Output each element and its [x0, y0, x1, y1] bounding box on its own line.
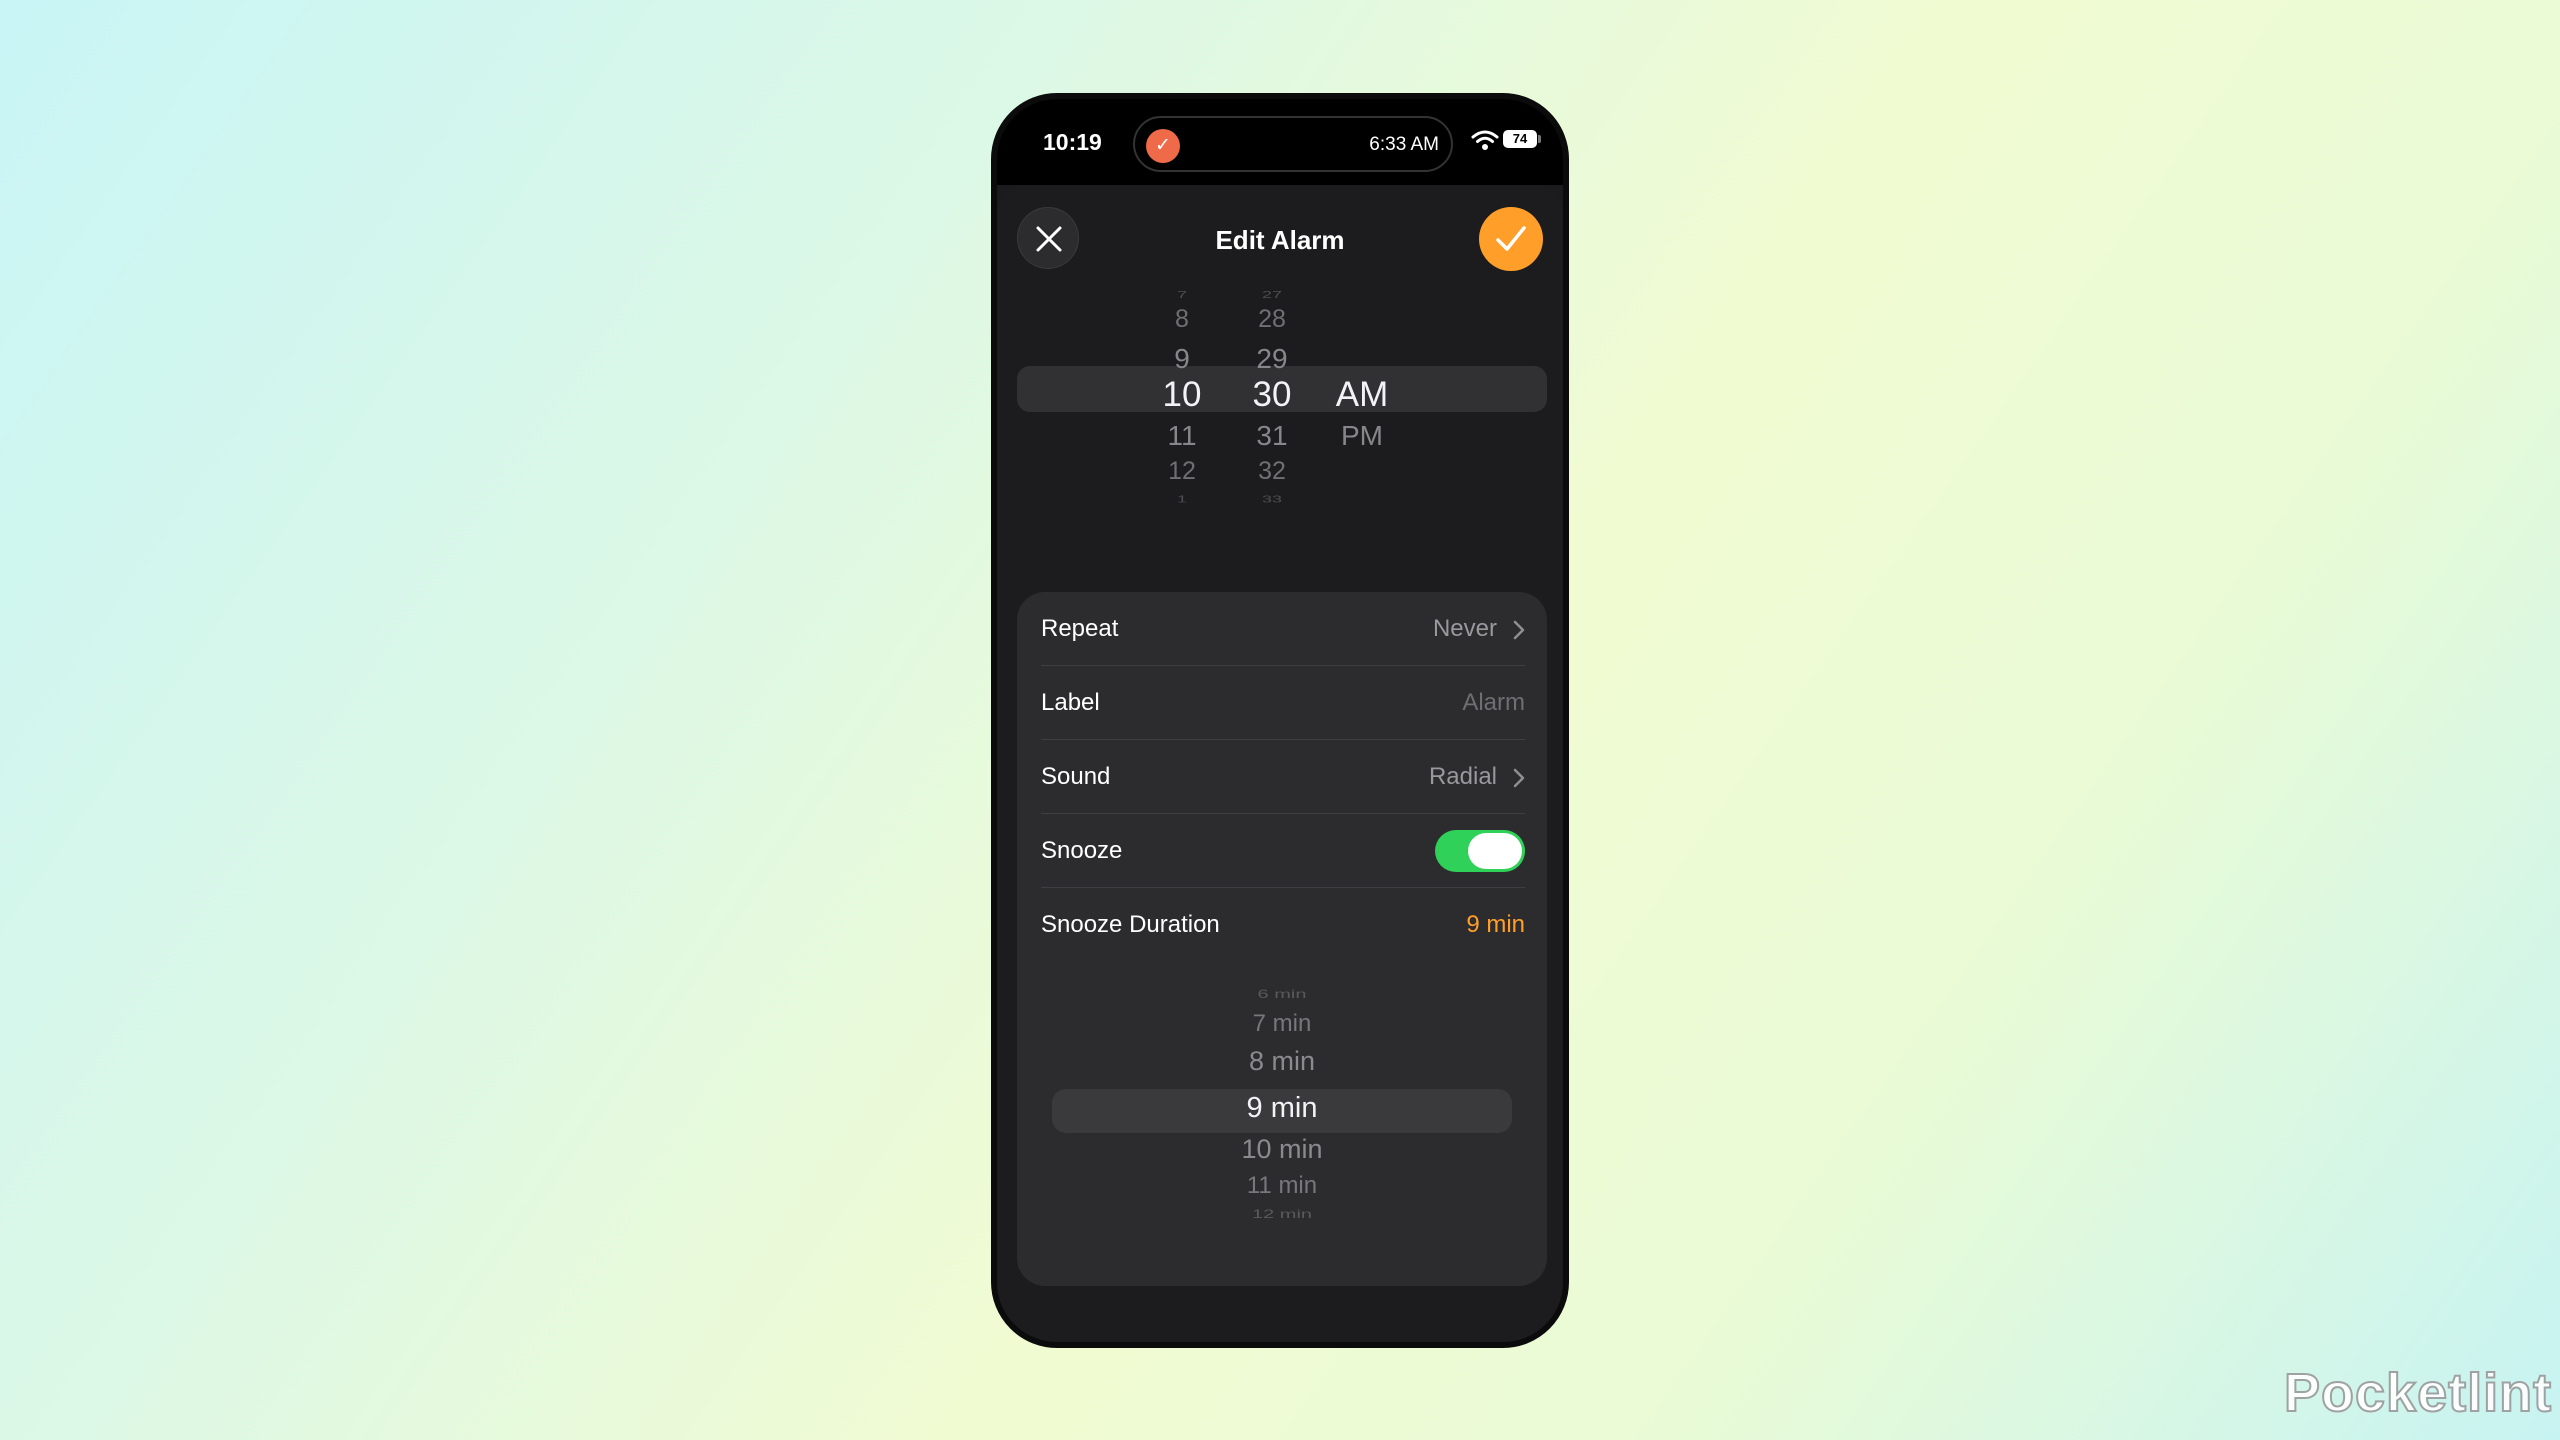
snooze-duration-picker[interactable]: 6 min 7 min 8 min 9 min 10 min 11 min 12…	[1017, 982, 1547, 1242]
dynamic-island[interactable]: ✓ 6:33 AM	[1133, 116, 1453, 172]
sound-value: Radial	[1428, 763, 1497, 790]
confirm-button[interactable]	[1479, 207, 1543, 271]
repeat-label: Repeat	[1041, 615, 1119, 642]
repeat-row[interactable]: Repeat Never	[1041, 592, 1525, 666]
hour-option-selected[interactable]: 10	[1142, 375, 1222, 415]
minute-option[interactable]: 32	[1232, 457, 1312, 486]
hour-option[interactable]: 11	[1142, 420, 1222, 452]
alarm-settings-card: Repeat Never Label Alarm Sound Radial Sn…	[1017, 592, 1547, 1286]
hour-option[interactable]: 1	[1142, 494, 1222, 503]
sound-label: Sound	[1041, 763, 1111, 790]
chevron-right-icon	[1513, 620, 1525, 640]
snooze-option[interactable]: 12 min	[1182, 1208, 1382, 1219]
label-row[interactable]: Label Alarm	[1041, 666, 1525, 740]
snooze-row: Snooze	[1041, 814, 1525, 888]
checkmark-icon	[1496, 226, 1526, 251]
minute-wheel[interactable]: 27 28 29 30 31 32 33	[1232, 285, 1312, 545]
snooze-option[interactable]: 10 min	[1182, 1134, 1382, 1165]
hour-option[interactable]: 7	[1142, 289, 1222, 299]
repeat-value: Never	[1432, 615, 1497, 642]
snooze-option[interactable]: 6 min	[1182, 988, 1382, 999]
watermark-logo: Pocketlint	[2283, 1362, 2553, 1424]
hour-option[interactable]: 12	[1142, 457, 1222, 486]
period-option-selected[interactable]: AM	[1322, 375, 1402, 415]
timer-icon: ✓	[1146, 129, 1180, 163]
snooze-option-selected[interactable]: 9 min	[1182, 1092, 1382, 1125]
period-option[interactable]: PM	[1322, 420, 1402, 452]
snooze-duration-wheel[interactable]: 6 min 7 min 8 min 9 min 10 min 11 min 12…	[1182, 982, 1382, 1242]
snooze-duration-label: Snooze Duration	[1041, 911, 1220, 938]
edit-alarm-sheet: Edit Alarm 7 8 9 10 11 12 1 27 28 29 30	[997, 185, 1563, 1342]
island-time: 6:33 AM	[1369, 134, 1439, 155]
status-bar: 10:19 ✓ 6:33 AM 74	[997, 99, 1563, 185]
hour-option[interactable]: 9	[1142, 343, 1222, 375]
toggle-knob	[1468, 833, 1522, 869]
minute-option[interactable]: 33	[1232, 494, 1312, 503]
minute-option[interactable]: 27	[1232, 289, 1312, 299]
wifi-icon	[1471, 130, 1499, 150]
snooze-option[interactable]: 8 min	[1182, 1046, 1382, 1077]
minute-option[interactable]: 31	[1232, 420, 1312, 452]
battery-indicator: 74	[1503, 130, 1537, 148]
minute-option[interactable]: 28	[1232, 305, 1312, 334]
minute-option[interactable]: 29	[1232, 343, 1312, 375]
snooze-toggle[interactable]	[1435, 830, 1525, 872]
status-time: 10:19	[1043, 129, 1102, 155]
snooze-option[interactable]: 11 min	[1182, 1172, 1382, 1200]
sound-row[interactable]: Sound Radial	[1041, 740, 1525, 814]
snooze-duration-value: 9 min	[1466, 911, 1525, 938]
hour-wheel[interactable]: 7 8 9 10 11 12 1	[1142, 285, 1222, 545]
chevron-right-icon	[1513, 768, 1525, 788]
phone-frame: 10:19 ✓ 6:33 AM 74 Edit Alarm 7 8 9 10 1…	[991, 93, 1569, 1348]
snooze-label: Snooze	[1041, 837, 1123, 864]
label-input[interactable]: Alarm	[1462, 689, 1525, 717]
hour-option[interactable]: 8	[1142, 305, 1222, 334]
snooze-duration-row[interactable]: Snooze Duration 9 min	[1041, 888, 1525, 962]
label-label: Label	[1041, 689, 1100, 716]
battery-nub	[1538, 135, 1541, 143]
snooze-option[interactable]: 7 min	[1182, 1010, 1382, 1038]
period-wheel[interactable]: AM PM	[1322, 285, 1402, 545]
minute-option-selected[interactable]: 30	[1232, 375, 1312, 415]
time-picker[interactable]: 7 8 9 10 11 12 1 27 28 29 30 31 32 33 AM…	[997, 285, 1563, 545]
